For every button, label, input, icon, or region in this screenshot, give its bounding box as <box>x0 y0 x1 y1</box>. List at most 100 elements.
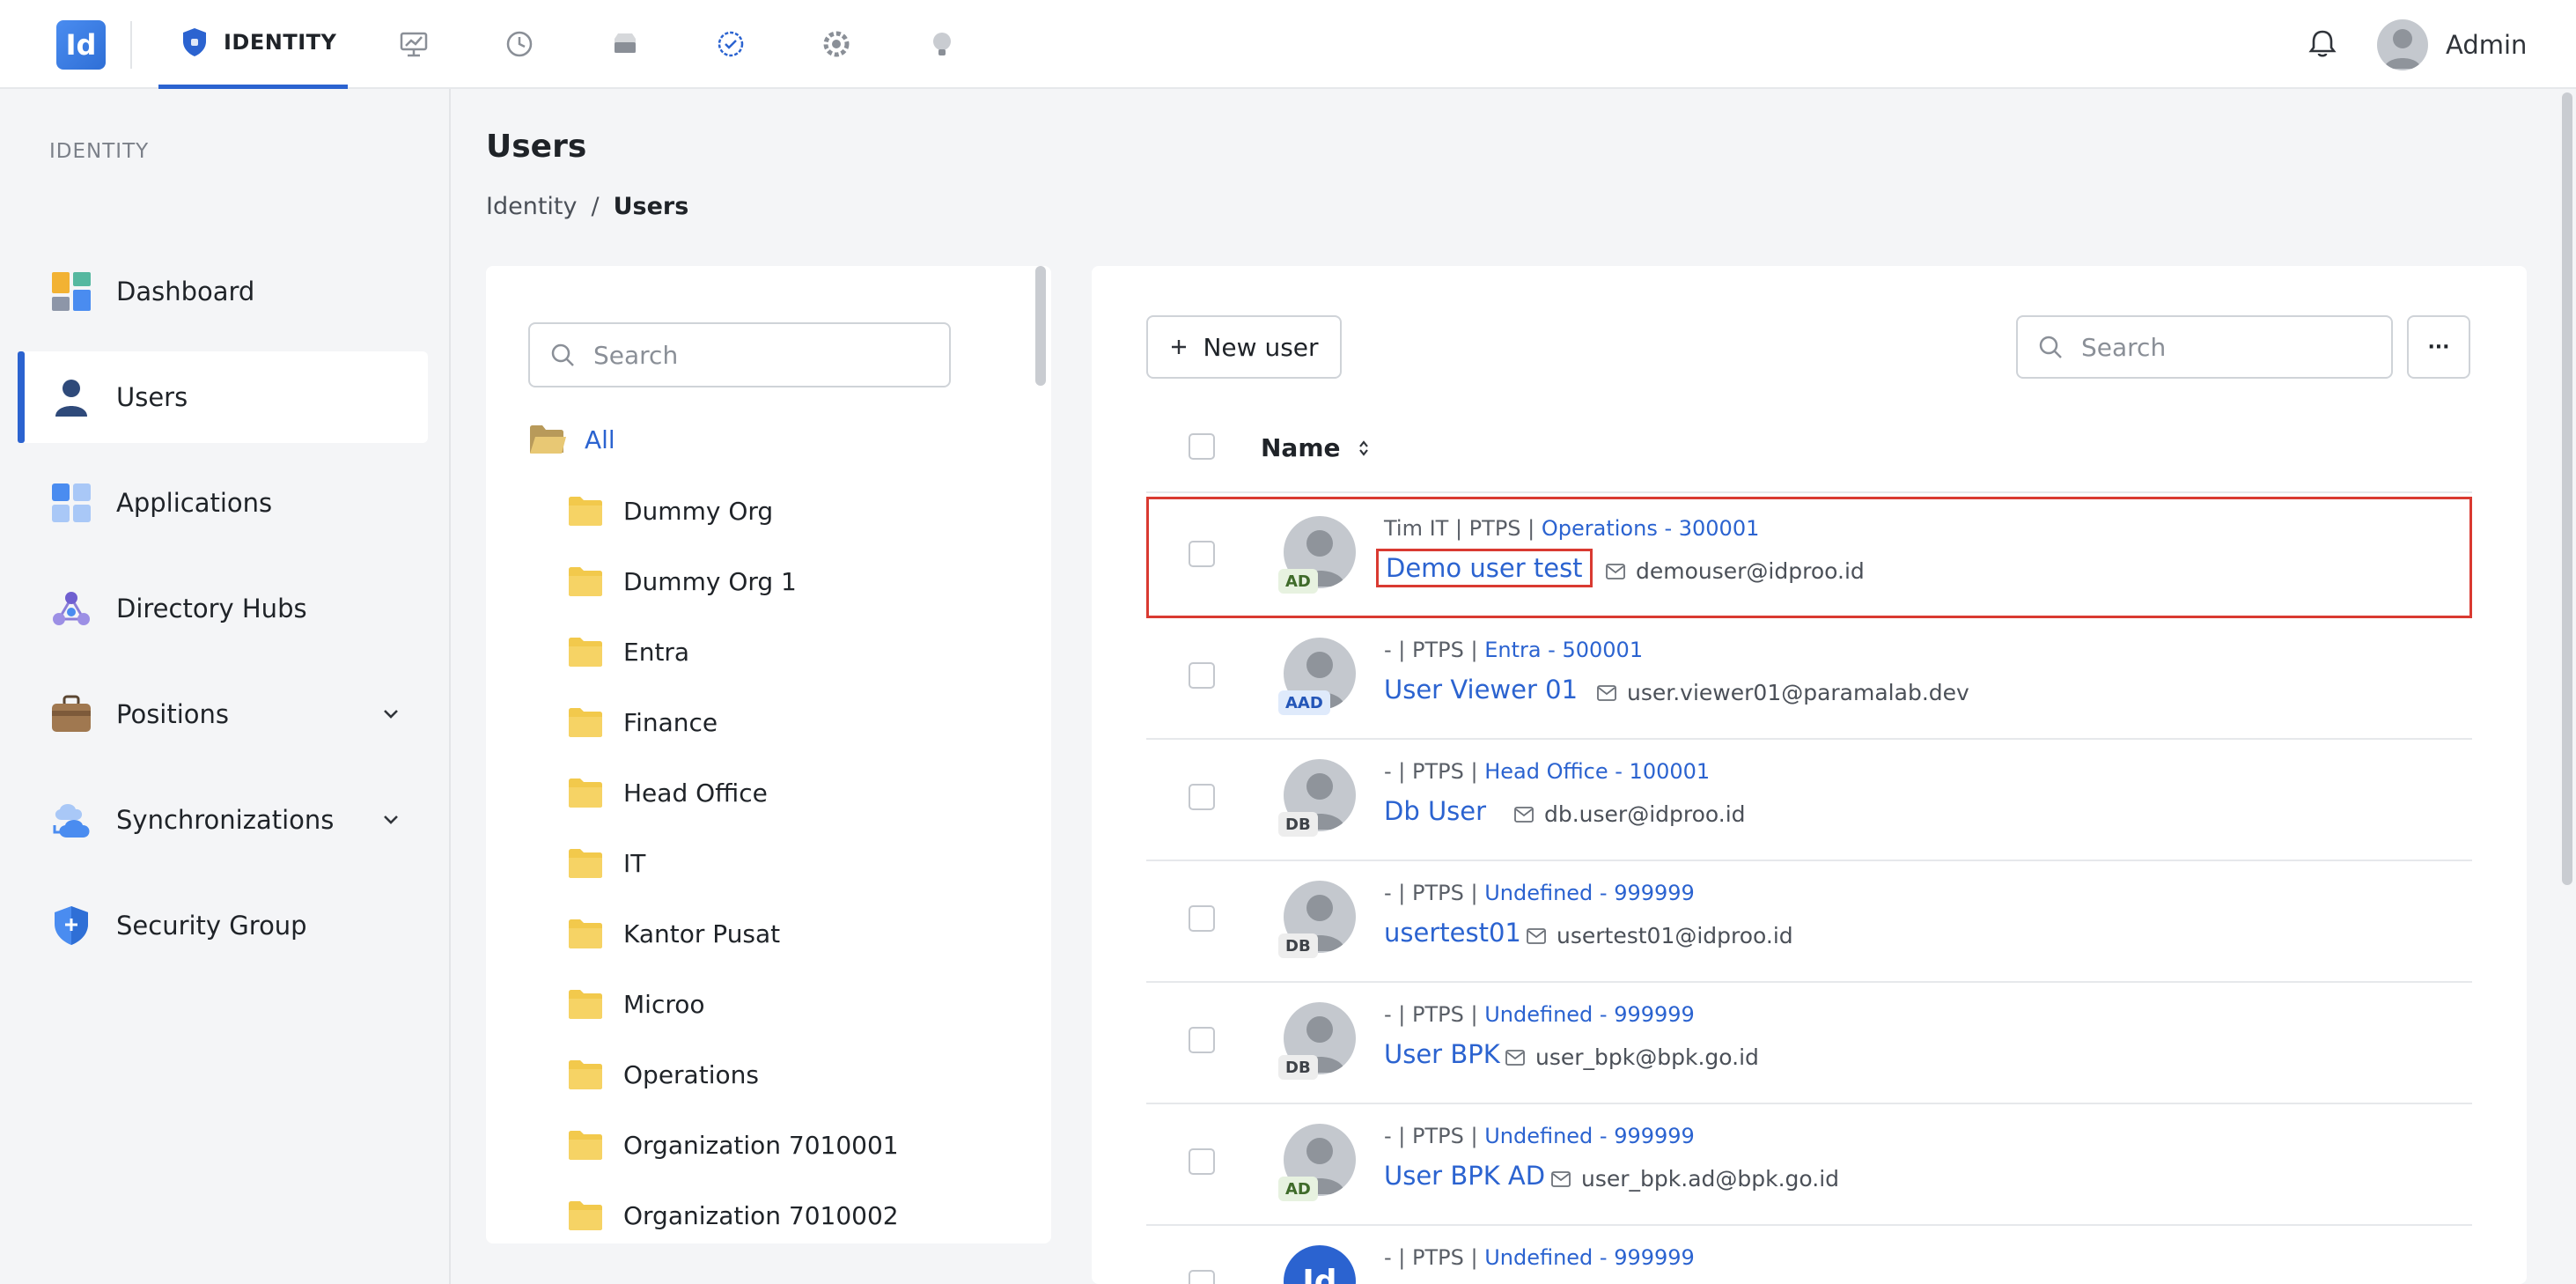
tree-item[interactable]: Dummy Org <box>567 495 773 527</box>
user-name-link[interactable]: User BPK <box>1384 1039 1500 1069</box>
user-team-company: - | PTPS | <box>1384 638 1485 662</box>
tree-item[interactable]: Entra <box>567 636 689 668</box>
sidebar-item-directory-hubs[interactable]: Directory Hubs <box>18 563 428 654</box>
folder-icon <box>569 567 602 596</box>
row-checkbox[interactable] <box>1189 662 1215 689</box>
tree-item[interactable]: Operations <box>567 1059 759 1090</box>
tree-item-label: Organization 7010002 <box>623 1200 899 1230</box>
shield-icon <box>183 28 206 56</box>
table-row[interactable]: DB - | PTPS | Head Office - 100001 Db User… <box>1146 740 2472 861</box>
tab-history[interactable] <box>502 26 537 62</box>
tree-item[interactable]: Organization 7010002 <box>567 1199 899 1231</box>
tree-scrollbar[interactable] <box>1035 266 1046 386</box>
tab-verification[interactable] <box>713 26 748 62</box>
user-name-link[interactable]: usertest01 <box>1384 918 1521 948</box>
user-search-input[interactable] <box>2081 332 2365 362</box>
tab-dashboard[interactable] <box>396 26 431 62</box>
sidebar-item-applications[interactable]: Applications <box>18 457 428 549</box>
sidebar-item-positions[interactable]: Positions <box>18 668 428 760</box>
more-options-button[interactable]: ··· <box>2407 315 2470 379</box>
tab-ideas[interactable] <box>924 26 960 62</box>
table-row[interactable]: DB - | PTPS | Undefined - 999999 usertest0… <box>1146 861 2472 983</box>
org-search-input[interactable] <box>593 340 914 370</box>
tree-item-all[interactable]: All <box>528 423 615 456</box>
user-email: usertest01@idproo.id <box>1527 923 1793 948</box>
user-email-text: user_bpk@bpk.go.id <box>1535 1044 1759 1070</box>
sort-icon <box>1358 439 1368 456</box>
column-header-name[interactable]: Name <box>1261 433 1371 462</box>
directory-hub-icon <box>49 587 93 631</box>
table-row[interactable]: AAD - | PTPS | Entra - 500001 User Viewer … <box>1146 618 2472 740</box>
user-email-text: user.viewer01@paramalab.dev <box>1627 680 1969 705</box>
user-team-company: Tim IT | PTPS | <box>1384 516 1542 541</box>
new-user-button[interactable]: New user <box>1146 315 1342 379</box>
bell-icon[interactable] <box>2305 26 2340 62</box>
table-row[interactable]: DB - | PTPS | Undefined - 999999 User BPK u… <box>1146 983 2472 1104</box>
sidebar-section-title: IDENTITY <box>49 140 150 163</box>
sidebar-item-dashboard[interactable]: Dashboard <box>18 246 428 337</box>
user-meta: Tim IT | PTPS | Operations - 300001 <box>1384 516 1759 541</box>
user-department[interactable]: Undefined - 999999 <box>1484 1124 1695 1148</box>
folder-icon <box>569 849 602 878</box>
tree-item-label: Organization 7010001 <box>623 1130 899 1160</box>
user-name-link[interactable]: Db User <box>1384 796 1486 826</box>
tab-storage[interactable] <box>607 26 643 62</box>
user-email-text: usertest01@idproo.id <box>1557 923 1793 948</box>
user-name-link[interactable]: User Viewer 01 <box>1384 675 1578 705</box>
row-checkbox[interactable] <box>1189 905 1215 932</box>
row-checkbox[interactable] <box>1189 1027 1215 1053</box>
tree-item[interactable]: Head Office <box>567 777 768 808</box>
row-checkbox[interactable] <box>1189 1270 1215 1284</box>
breadcrumb-current: Users <box>613 193 689 220</box>
tab-settings[interactable] <box>819 26 854 62</box>
avatar[interactable] <box>2377 19 2428 70</box>
tree-item-label: Head Office <box>623 778 768 808</box>
app-logo[interactable]: Id <box>56 20 106 70</box>
row-checkbox[interactable] <box>1189 1148 1215 1175</box>
user-department[interactable]: Undefined - 999999 <box>1484 881 1695 905</box>
tree-item[interactable]: Microo <box>567 988 705 1020</box>
tree-item-label: Dummy Org <box>623 496 774 526</box>
tree-item[interactable]: Kantor Pusat <box>567 918 780 949</box>
user-department[interactable]: Undefined - 999999 <box>1484 1002 1695 1027</box>
user-department[interactable]: Undefined - 999999 <box>1484 1245 1695 1270</box>
user-name-link[interactable]: User BPK AD <box>1384 1161 1545 1191</box>
sidebar-item-synchronizations[interactable]: Synchronizations <box>18 774 428 866</box>
user-department[interactable]: Operations - 300001 <box>1542 516 1759 541</box>
folder-icon <box>569 1060 602 1089</box>
org-search-box[interactable] <box>528 322 951 387</box>
new-user-label: New user <box>1203 332 1319 362</box>
sidebar-item-security-group[interactable]: Security Group <box>18 880 428 971</box>
table-row[interactable]: AD - | PTPS | Undefined - 999999 User BPK … <box>1146 1104 2472 1226</box>
user-meta: - | PTPS | Undefined - 999999 <box>1384 1245 1695 1270</box>
org-tree-panel: All Dummy Org Dummy Org 1 Entra Finance Head… <box>486 266 1051 1243</box>
user-meta: - | PTPS | Undefined - 999999 <box>1384 1002 1695 1027</box>
select-all-checkbox[interactable] <box>1189 433 1215 460</box>
table-row[interactable]: Id - | PTPS | Undefined - 999999 <box>1146 1226 2472 1284</box>
page-scrollbar[interactable] <box>2562 92 2572 885</box>
user-name[interactable]: Admin <box>2446 30 2527 60</box>
user-email: user.viewer01@paramalab.dev <box>1597 680 1969 705</box>
folder-icon <box>569 990 602 1019</box>
tab-identity[interactable]: IDENTITY <box>158 0 348 89</box>
user-team-company: - | PTPS | <box>1384 1245 1485 1270</box>
plus-icon <box>1172 340 1187 354</box>
page-title: Users <box>486 129 587 165</box>
tree-item[interactable]: Dummy Org 1 <box>567 565 797 597</box>
mail-icon <box>1514 806 1534 823</box>
row-checkbox[interactable] <box>1189 784 1215 810</box>
tree-item[interactable]: Finance <box>567 706 718 738</box>
tree-item[interactable]: IT <box>567 847 645 879</box>
user-email: user_bpk@bpk.go.id <box>1505 1044 1759 1070</box>
user-department[interactable]: Entra - 500001 <box>1484 638 1643 662</box>
source-badge: AD <box>1278 1177 1318 1201</box>
user-name-link[interactable]: Demo user test <box>1376 549 1593 587</box>
sidebar-item-users[interactable]: Users <box>18 351 428 443</box>
row-checkbox[interactable] <box>1189 541 1215 567</box>
tree-item-label: All <box>585 424 615 454</box>
user-search-box[interactable] <box>2016 315 2393 379</box>
table-row[interactable]: AD Tim IT | PTPS | Operations - 300001 Dem… <box>1146 497 2472 618</box>
user-department[interactable]: Head Office - 100001 <box>1484 759 1710 784</box>
tree-item[interactable]: Organization 7010001 <box>567 1129 899 1161</box>
breadcrumb-root[interactable]: Identity <box>486 193 577 220</box>
